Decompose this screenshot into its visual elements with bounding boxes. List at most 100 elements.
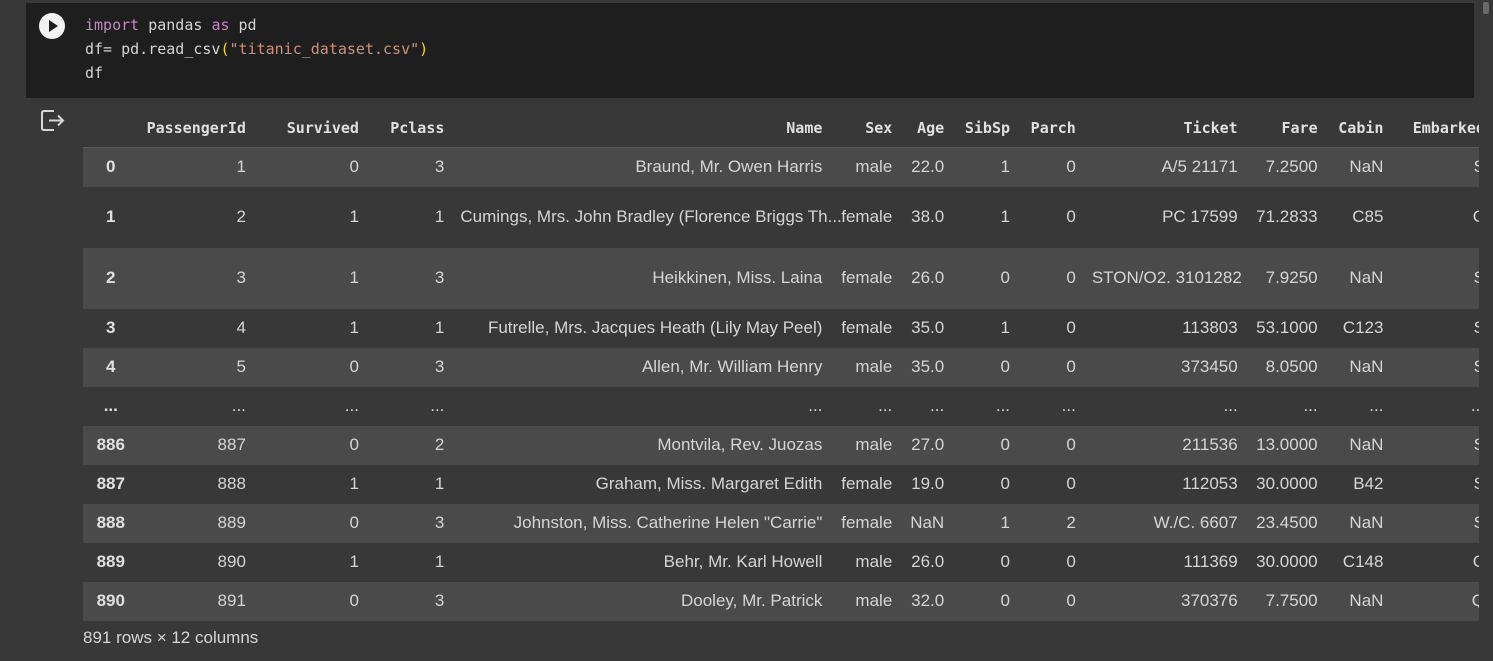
play-icon	[49, 20, 58, 32]
table-cell: Allen, Mr. William Henry	[641, 357, 823, 376]
table-cell: A/5 21171	[1161, 157, 1238, 177]
column-header: Ticket	[1083, 108, 1246, 148]
table-cell: female	[841, 474, 893, 493]
table-cell: 0	[349, 435, 359, 454]
table-cell: 0	[349, 591, 359, 610]
table-cell: 891	[217, 591, 246, 610]
table-row: 2 3 1 3 Heikkinen, Miss. Laina female 26.0 0 0 ST…	[83, 247, 1493, 309]
column-header: Age	[900, 108, 953, 148]
table-cell: 5	[236, 357, 246, 376]
table-cell: NaN	[1349, 435, 1384, 454]
table-cell: ...	[878, 396, 893, 415]
table-cell: male	[855, 552, 893, 571]
scroll-thumb[interactable]	[1483, 2, 1489, 14]
table-cell: 0	[1000, 474, 1011, 493]
table-cell: 30.0000	[1256, 474, 1318, 493]
table-cell: 888	[217, 474, 246, 493]
table-cell: C	[1391, 543, 1493, 582]
notebook-page: import pandas as pd df= pd.read_csv("tita…	[0, 0, 1493, 661]
table-cell: Dooley, Mr. Patrick	[681, 591, 823, 610]
table-cell: ...	[344, 396, 359, 415]
table-cell: 370376	[1180, 591, 1238, 610]
table-cell: 112053	[1182, 474, 1238, 493]
table-cell: ...	[430, 396, 445, 415]
table-cell: 71.2833	[1256, 207, 1318, 226]
code-keyword: as	[211, 16, 230, 34]
table-cell: 19.0	[911, 474, 945, 493]
table-cell: 111369	[1183, 552, 1238, 571]
scrollbar[interactable]	[1479, 0, 1493, 661]
row-index: 3	[106, 318, 116, 337]
table-cell: 3	[434, 268, 445, 287]
table-cell: NaN	[1349, 268, 1384, 287]
table-row: 890 891 0 3 Dooley, Mr. Patrick male 32.0 0 0 370…	[83, 581, 1493, 621]
table-cell: 35.0	[911, 318, 945, 337]
table-cell: 22.0	[911, 157, 945, 177]
table-cell: 1	[1000, 513, 1011, 532]
table-cell: NaN	[1349, 157, 1384, 177]
row-index: 1	[106, 207, 116, 226]
table-cell: ...	[808, 396, 823, 415]
table-cell: NaN	[1349, 513, 1384, 532]
row-index: 887	[96, 474, 125, 493]
table-cell: 8.0500	[1265, 357, 1318, 376]
index-header	[83, 108, 139, 148]
table-cell: 1	[349, 318, 359, 337]
output-exit-icon[interactable]	[40, 108, 65, 133]
table-row: 3 4 1 1 Futrelle, Mrs. Jacques Heath (Lily M…	[83, 308, 1493, 348]
table-cell: 1	[434, 474, 445, 493]
table-cell: 3	[434, 157, 445, 177]
table-cell: C85	[1352, 207, 1384, 226]
code-keyword: import	[85, 16, 140, 34]
table-cell: 0	[1000, 357, 1011, 376]
table-row: 0 1 0 3 Braund, Mr. Owen Harris male 22.0 1 0 A/5…	[83, 147, 1493, 187]
table-cell: 0	[1066, 207, 1076, 226]
table-cell: 7.7500	[1265, 591, 1318, 610]
table-cell: Futrelle, Mrs. Jacques Heath (Lily May P…	[487, 318, 823, 337]
column-header: Survived	[253, 108, 367, 148]
code-line-2: df= pd.read_csv("titanic_dataset.csv")	[85, 37, 428, 61]
column-header: Pclass	[366, 108, 453, 148]
table-cell: male	[855, 435, 893, 454]
table-cell: 26.0	[911, 268, 945, 287]
table-cell: Graham, Miss. Margaret Edith	[595, 474, 823, 493]
table-cell: C123	[1342, 318, 1384, 337]
table-header-row: PassengerId Survived Pclass Name Sex Age SibSp…	[83, 108, 1493, 148]
column-header: Embarked	[1391, 108, 1493, 148]
table-cell: 0	[1066, 474, 1076, 493]
table-cell: female	[841, 268, 893, 287]
table-cell: 13.0000	[1256, 435, 1318, 454]
code-line-1: import pandas as pd	[85, 13, 428, 37]
table-cell: 2	[236, 207, 246, 226]
table-cell: ...	[1470, 396, 1485, 415]
table-cell: 0	[1000, 552, 1011, 571]
table-cell: 0	[1066, 435, 1076, 454]
table-cell: 1	[349, 552, 359, 571]
table-cell: NaN	[1349, 357, 1384, 376]
code-editor[interactable]: import pandas as pd df= pd.read_csv("tita…	[85, 13, 428, 85]
table-cell: 889	[217, 513, 246, 532]
table-cell: 1	[1000, 207, 1011, 226]
column-header: Name	[452, 108, 831, 148]
table-cell: STON/O2. 3101282	[1091, 268, 1242, 287]
table-cell: 7.2500	[1265, 157, 1318, 177]
table-row: .......................................	[83, 386, 1493, 426]
code-paren: )	[419, 40, 429, 58]
table-cell: S	[1391, 148, 1493, 187]
table-cell: 1	[349, 474, 359, 493]
table-cell: ...	[1303, 396, 1318, 415]
table-cell: 1	[434, 207, 445, 226]
code-string: "titanic_dataset.csv"	[229, 40, 420, 58]
row-index: ...	[103, 396, 118, 415]
table-row: 886 887 0 2 Montvila, Rev. Juozas male 27.0 0 0 2…	[83, 425, 1493, 465]
table-cell: C	[1391, 187, 1493, 248]
dataframe-table: PassengerId Survived Pclass Name Sex Age SibSp…	[83, 108, 1493, 621]
table-cell: 4	[236, 318, 246, 337]
table-cell: ...	[1223, 396, 1238, 415]
run-cell-button[interactable]	[39, 13, 65, 39]
table-cell: 0	[1000, 435, 1011, 454]
table-cell: 0	[349, 157, 359, 177]
table-cell: Behr, Mr. Karl Howell	[663, 552, 823, 571]
table-cell: 211536	[1182, 435, 1238, 454]
table-cell: 32.0	[911, 591, 945, 610]
